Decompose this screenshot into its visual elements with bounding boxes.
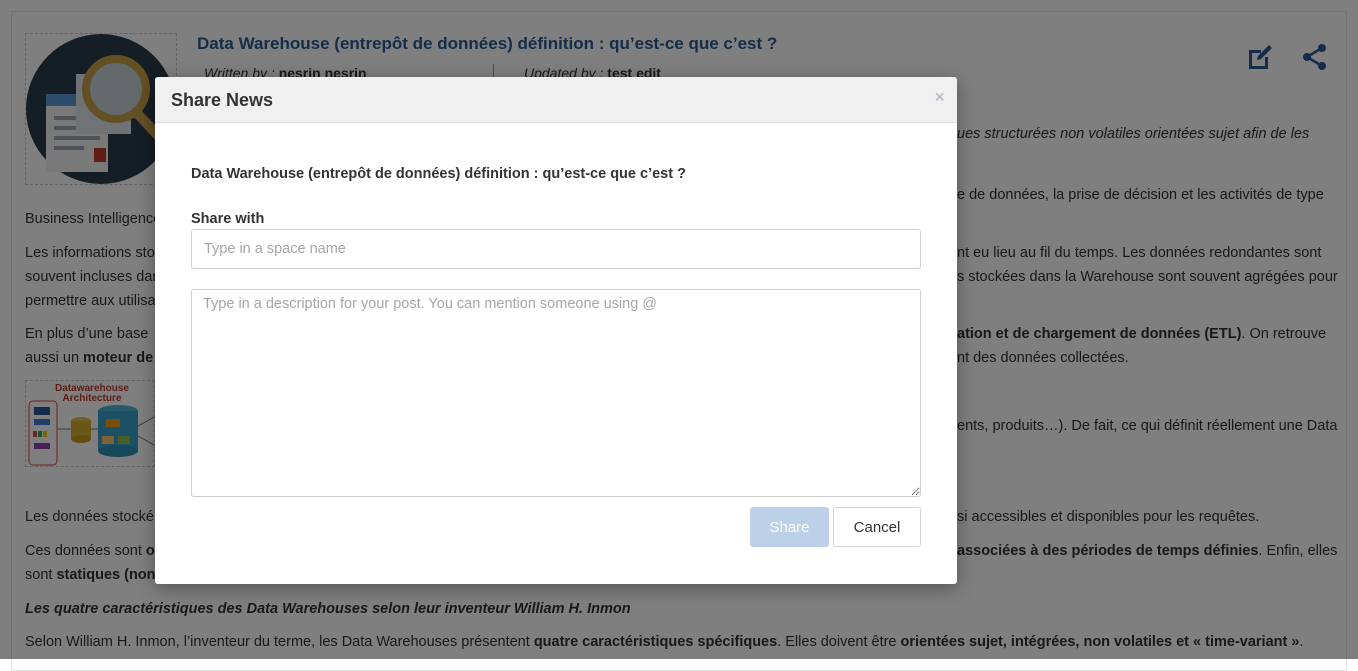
shared-post-title: Data Warehouse (entrepôt de données) déf…: [191, 166, 686, 182]
share-button[interactable]: Share: [750, 507, 829, 547]
share-with-label: Share with: [191, 211, 265, 227]
close-icon[interactable]: ×: [934, 87, 945, 107]
share-news-modal: Share News × Data Warehouse (entrepôt de…: [155, 77, 957, 584]
modal-title: Share News: [171, 90, 274, 110]
modal-header: Share News ×: [155, 77, 957, 123]
space-name-input[interactable]: [191, 229, 921, 269]
description-textarea[interactable]: [191, 289, 921, 497]
cancel-button[interactable]: Cancel: [833, 507, 921, 547]
